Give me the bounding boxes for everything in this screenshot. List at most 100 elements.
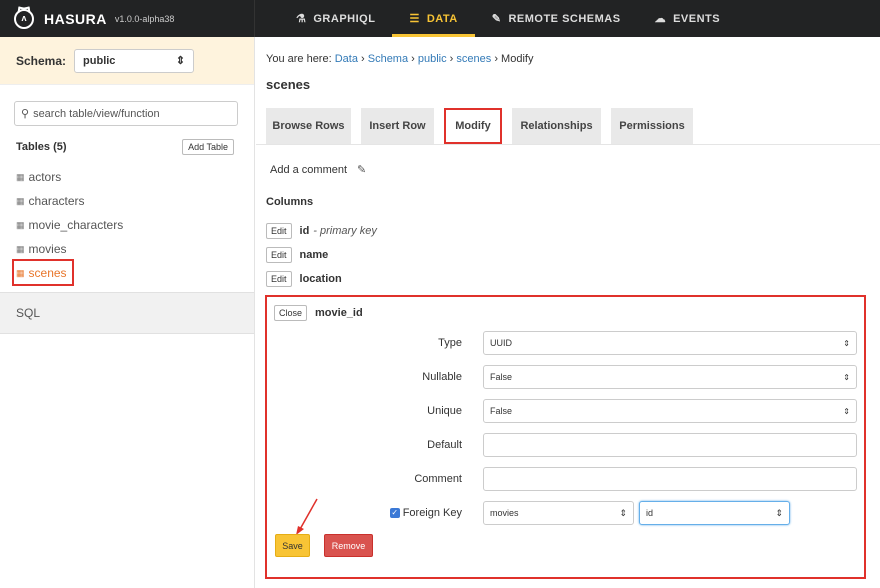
table-item-label: movies bbox=[28, 242, 67, 256]
tab-relationships[interactable]: Relationships bbox=[512, 108, 601, 144]
remove-button[interactable]: Remove bbox=[324, 534, 373, 557]
select-arrows-icon: ⇕ bbox=[175, 55, 186, 67]
foreign-key-label-text: Foreign Key bbox=[402, 507, 462, 519]
type-select[interactable]: UUID ⇕ bbox=[483, 331, 857, 355]
breadcrumb-separator: › bbox=[408, 53, 418, 65]
select-arrows-icon: ⇕ bbox=[619, 507, 627, 518]
table-icon: ▦ bbox=[16, 171, 25, 182]
column-row-id: Edit id - primary key bbox=[266, 223, 377, 239]
edit-pencil-icon[interactable]: ✎ bbox=[357, 163, 366, 176]
main-nav: ⚗ GRAPHIQL ☰ DATA ✎ REMOTE SCHEMAS ☁ EVE… bbox=[255, 0, 737, 37]
table-item-label: movie_characters bbox=[28, 218, 124, 232]
breadcrumb-scenes[interactable]: scenes bbox=[456, 53, 491, 65]
table-tabs: Browse Rows Insert Row Modify Relationsh… bbox=[266, 108, 703, 144]
nav-label: DATA bbox=[426, 12, 458, 25]
breadcrumb-schema[interactable]: Schema bbox=[368, 53, 408, 65]
schema-bar: Schema: public ⇕ bbox=[0, 37, 254, 85]
breadcrumb-data[interactable]: Data bbox=[335, 53, 358, 65]
main-content: You are here: Data › Schema › public › s… bbox=[256, 37, 880, 588]
tabs-divider bbox=[256, 144, 880, 145]
select-arrows-icon: ⇕ bbox=[843, 338, 850, 348]
comment-row: Comment bbox=[267, 467, 864, 493]
nullable-select[interactable]: False ⇕ bbox=[483, 365, 857, 389]
table-item-actors[interactable]: ▦ actors bbox=[16, 165, 123, 189]
flask-icon: ⚗ bbox=[296, 13, 307, 25]
unique-row: Unique False ⇕ bbox=[267, 399, 864, 425]
close-button[interactable]: Close bbox=[274, 305, 308, 321]
select-arrows-icon: ⇕ bbox=[775, 507, 783, 518]
save-button[interactable]: Save bbox=[275, 534, 310, 557]
default-input[interactable] bbox=[483, 433, 857, 457]
nav-label: EVENTS bbox=[673, 12, 721, 25]
column-name: location bbox=[299, 273, 342, 285]
nullable-row: Nullable False ⇕ bbox=[267, 365, 864, 391]
hasura-logo-icon: ʌ bbox=[14, 8, 34, 29]
sidebar: Schema: public ⇕ ⚲ search table/view/fun… bbox=[0, 37, 255, 588]
nullable-value: False bbox=[490, 372, 513, 382]
fk-column-value: id bbox=[646, 508, 654, 518]
brand-version: v1.0.0-alpha38 bbox=[114, 13, 175, 24]
unique-select[interactable]: False ⇕ bbox=[483, 399, 857, 423]
sidebar-item-sql[interactable]: SQL bbox=[0, 292, 254, 334]
breadcrumb-separator: › bbox=[491, 53, 502, 65]
tab-permissions[interactable]: Permissions bbox=[611, 108, 693, 144]
type-row: Type UUID ⇕ bbox=[267, 331, 864, 357]
nav-graphiql[interactable]: ⚗ GRAPHIQL bbox=[279, 0, 392, 37]
brand[interactable]: ʌ HASURA v1.0.0-alpha38 bbox=[0, 0, 255, 37]
highlight-annotation bbox=[12, 259, 74, 286]
edit-column-button[interactable]: Edit bbox=[266, 247, 292, 263]
table-icon: ▦ bbox=[16, 243, 25, 254]
add-table-button[interactable]: Add Table bbox=[182, 139, 234, 155]
schema-select[interactable]: public ⇕ bbox=[74, 48, 195, 73]
comment-input[interactable] bbox=[483, 467, 857, 491]
nav-data[interactable]: ☰ DATA bbox=[392, 0, 476, 37]
column-name: name bbox=[299, 249, 329, 261]
columns-title: Columns bbox=[266, 196, 314, 208]
default-row: Default bbox=[267, 433, 864, 459]
search-placeholder: search table/view/function bbox=[33, 107, 160, 120]
type-label: Type bbox=[438, 337, 462, 349]
table-icon: ▦ bbox=[16, 219, 25, 230]
fk-column-select[interactable]: id ⇕ bbox=[639, 501, 790, 525]
type-value: UUID bbox=[490, 338, 512, 348]
breadcrumb-public[interactable]: public bbox=[418, 53, 447, 65]
tab-browse-rows[interactable]: Browse Rows bbox=[266, 108, 351, 144]
add-comment[interactable]: Add a comment ✎ bbox=[270, 163, 366, 177]
table-item-label: characters bbox=[28, 194, 85, 208]
fk-table-select[interactable]: movies ⇕ bbox=[483, 501, 634, 525]
tab-insert-row[interactable]: Insert Row bbox=[361, 108, 434, 144]
foreign-key-checkbox[interactable]: ✓ bbox=[389, 508, 400, 518]
search-input[interactable]: ⚲ search table/view/function bbox=[14, 101, 238, 126]
fk-table-value: movies bbox=[490, 508, 519, 518]
table-item-movie-characters[interactable]: ▦ movie_characters bbox=[16, 213, 123, 237]
default-label: Default bbox=[427, 439, 462, 451]
breadcrumb: You are here: Data › Schema › public › s… bbox=[266, 53, 533, 65]
schema-label: Schema: bbox=[16, 53, 67, 68]
select-arrows-icon: ⇕ bbox=[843, 406, 850, 416]
arrow-annotation-icon bbox=[296, 498, 318, 535]
edit-column-button[interactable]: Edit bbox=[266, 271, 292, 287]
nav-label: GRAPHIQL bbox=[313, 12, 376, 25]
add-comment-label: Add a comment bbox=[270, 163, 348, 176]
breadcrumb-separator: › bbox=[357, 53, 368, 65]
tables-header: Tables (5) Add Table bbox=[16, 139, 234, 155]
column-name: id bbox=[299, 225, 310, 237]
breadcrumb-modify: Modify bbox=[501, 53, 534, 65]
column-edit-panel: Close movie_id Type UUID ⇕ Nullable Fals… bbox=[265, 295, 866, 579]
edit-column-button[interactable]: Edit bbox=[266, 223, 292, 239]
comment-label: Comment bbox=[414, 473, 462, 485]
cloud-icon: ☁ bbox=[654, 13, 667, 25]
unique-value: False bbox=[490, 406, 513, 416]
nav-events[interactable]: ☁ EVENTS bbox=[638, 0, 738, 37]
breadcrumb-prefix: You are here: bbox=[266, 53, 335, 65]
nav-remote-schemas[interactable]: ✎ REMOTE SCHEMAS bbox=[475, 0, 638, 37]
table-item-movies[interactable]: ▦ movies bbox=[16, 237, 123, 261]
foreign-key-label: ✓ Foreign Key bbox=[389, 507, 462, 519]
editing-column-name: movie_id bbox=[315, 307, 363, 319]
edit-panel-header: Close movie_id bbox=[274, 305, 363, 321]
top-navbar: ʌ HASURA v1.0.0-alpha38 ⚗ GRAPHIQL ☰ DAT… bbox=[0, 0, 880, 37]
table-item-characters[interactable]: ▦ characters bbox=[16, 189, 123, 213]
tab-modify[interactable]: Modify bbox=[444, 108, 502, 144]
nullable-label: Nullable bbox=[422, 371, 462, 383]
table-icon: ▦ bbox=[16, 195, 25, 206]
